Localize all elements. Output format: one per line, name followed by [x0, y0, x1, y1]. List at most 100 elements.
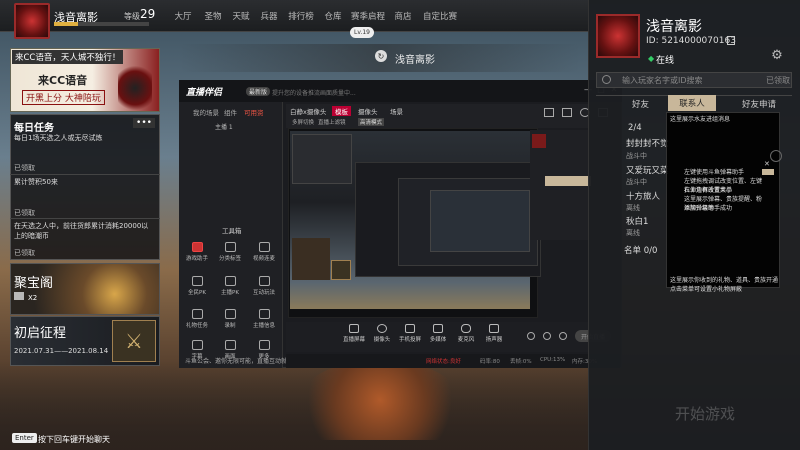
tool-pk-host[interactable]: 主播PK — [215, 276, 245, 296]
nav-tab-relics[interactable]: 圣物 — [198, 0, 228, 32]
overlay-toggle[interactable] — [762, 169, 774, 175]
scene-item[interactable]: 主播 1 — [215, 122, 233, 131]
chat-bubble-icon[interactable] — [770, 150, 782, 162]
nav-tab-shop[interactable]: 商店 — [388, 0, 418, 32]
microphone-icon — [461, 324, 471, 333]
ticket-icon — [14, 292, 24, 300]
tool-host-info[interactable]: 主播信息 — [249, 309, 279, 329]
preview-action[interactable]: 直播上滤镜 — [318, 118, 346, 126]
network-status: 网络状态:良好 — [426, 359, 461, 365]
monitor-icon — [349, 324, 359, 333]
nav-tab-weapons[interactable]: 兵器 — [254, 0, 284, 32]
preview-tab[interactable]: 摄像头 — [358, 106, 378, 116]
friend-name[interactable]: 又爱玩又菜 — [626, 164, 669, 176]
task-item-text: 每日1场天选之人或无尽试炼 — [14, 134, 103, 142]
dropframe-status: 丢帧:0% — [510, 359, 532, 365]
dragon-statue — [300, 360, 460, 440]
tool-gift-task[interactable]: 礼物任务 — [182, 309, 212, 329]
xp-bar — [54, 22, 149, 26]
event-title: 初启征程 — [14, 326, 67, 341]
nav-tab-warehouse[interactable]: 仓库 — [318, 0, 348, 32]
friend-name[interactable]: 封封封不觉 — [626, 137, 669, 149]
task-item-status: 已领取 — [14, 164, 35, 172]
tab-resources[interactable]: 可用资 — [244, 107, 264, 117]
video-icon — [258, 242, 270, 252]
friend-name[interactable]: 秋白1 — [626, 215, 648, 227]
gear-icon[interactable] — [559, 332, 567, 340]
eye-icon[interactable] — [543, 332, 551, 340]
copy-icon[interactable] — [727, 36, 735, 45]
tool-game-assistant[interactable]: 游戏助手 — [182, 242, 212, 262]
tab-contacts[interactable]: 联系人 — [668, 95, 716, 111]
tool-pk-all[interactable]: 全民PK — [182, 276, 212, 296]
tab-friends[interactable]: 好友 — [632, 98, 649, 110]
bitrate-status: 码率:80 — [480, 359, 500, 365]
refresh-icon[interactable]: ↻ — [375, 50, 387, 62]
preview-action[interactable]: 多屏切换 — [292, 118, 314, 126]
preview-action[interactable]: 高清模式 — [358, 118, 385, 126]
download-icon — [224, 309, 236, 319]
overlay-text: 左键使用斗鱼弹幕助手 — [684, 169, 745, 176]
friend-status: 战斗中 — [626, 152, 647, 160]
phone-icon — [405, 324, 415, 333]
layout-icon[interactable] — [544, 108, 554, 117]
tab-components[interactable]: 组件 — [224, 107, 237, 117]
phone-cast-button[interactable]: 手机投屏 — [396, 324, 424, 343]
avatar[interactable] — [14, 3, 50, 39]
tool-category-tag[interactable]: 分类标签 — [215, 242, 245, 262]
media-button[interactable]: 多媒体 — [424, 324, 452, 343]
preview-tab[interactable]: 模板 — [332, 106, 351, 116]
task-divider — [10, 218, 160, 219]
blacklist-count: 名单 0/0 — [624, 246, 658, 256]
friend-status: 离线 — [626, 229, 640, 237]
tool-record[interactable]: 录制 — [215, 309, 245, 329]
task-menu-icon[interactable]: ••• — [133, 118, 155, 128]
capture-screen-button[interactable]: 直播屏幕 — [340, 324, 368, 343]
overlay-text: 这里展示水友进组消息 — [670, 116, 731, 123]
friend-name[interactable]: 十方旅人 — [626, 190, 660, 202]
preview-mirror-emblem — [331, 260, 351, 280]
nav-tab-lobby[interactable]: 大厅 — [168, 0, 198, 32]
media-icon — [433, 324, 443, 333]
record-icon[interactable] — [527, 332, 535, 340]
stream-notice: 提升您的设备推流画面质量中... — [272, 90, 356, 97]
camera-button[interactable]: 摄像头 — [368, 324, 396, 343]
friend-status: 战斗中 — [626, 178, 647, 186]
tab-friend-requests[interactable]: 好友申请 — [742, 98, 776, 110]
swords-icon: ⚔ — [112, 320, 156, 362]
speaker-button[interactable]: 扬声器 — [480, 324, 508, 343]
pk-icon — [224, 276, 236, 286]
nav-tab-talent[interactable]: 天赋 — [226, 0, 256, 32]
nav-tab-custom-match[interactable]: 自定比赛 — [420, 0, 460, 32]
profile-avatar[interactable] — [596, 14, 640, 58]
tool-interactive[interactable]: 互动玩法 — [249, 276, 279, 296]
info-icon — [258, 309, 270, 319]
speaker-icon — [489, 324, 499, 333]
search-placeholder: 输入玩家名字或ID搜索 — [622, 76, 703, 85]
gear-icon[interactable]: ⚙ — [770, 48, 784, 63]
overlay-text: 添加弹幕助手成功 — [684, 205, 733, 212]
treasure-title: 聚宝阁 — [14, 276, 54, 291]
preview-mirror-panel — [292, 134, 352, 184]
xp-fill — [54, 22, 78, 26]
friend-count: 2/4 — [628, 123, 642, 133]
preview-tab[interactable]: 场景 — [390, 106, 403, 116]
level-label: 等级 — [124, 12, 140, 21]
profile-id: ID: 5214000070163 — [646, 36, 736, 46]
microphone-button[interactable]: 麦克风 — [452, 324, 480, 343]
tool-video-link[interactable]: 视频连麦 — [249, 242, 279, 262]
promo-character — [118, 66, 152, 110]
task-item-text: 在天选之人中，前往货郎累计消耗20000以上的暗潮币 — [14, 222, 149, 240]
preview-tab[interactable]: 白静x摄像头 — [290, 106, 326, 116]
game-icon — [191, 242, 203, 252]
header-level-badge: Lv.19 — [350, 27, 374, 38]
nav-tab-leaderboard[interactable]: 排行榜 — [284, 0, 318, 32]
tab-my-scenes[interactable]: 我的场景 — [193, 107, 219, 117]
screenshot-icon[interactable] — [562, 108, 572, 117]
gift-icon — [191, 309, 203, 319]
tag-icon — [224, 242, 236, 252]
profile-status[interactable]: 在线 — [656, 53, 674, 66]
close-icon[interactable]: ✕ — [764, 160, 770, 168]
task-item-text: 累计赞积50来 — [14, 178, 58, 186]
stream-version-badge: 最新版 — [246, 87, 271, 96]
